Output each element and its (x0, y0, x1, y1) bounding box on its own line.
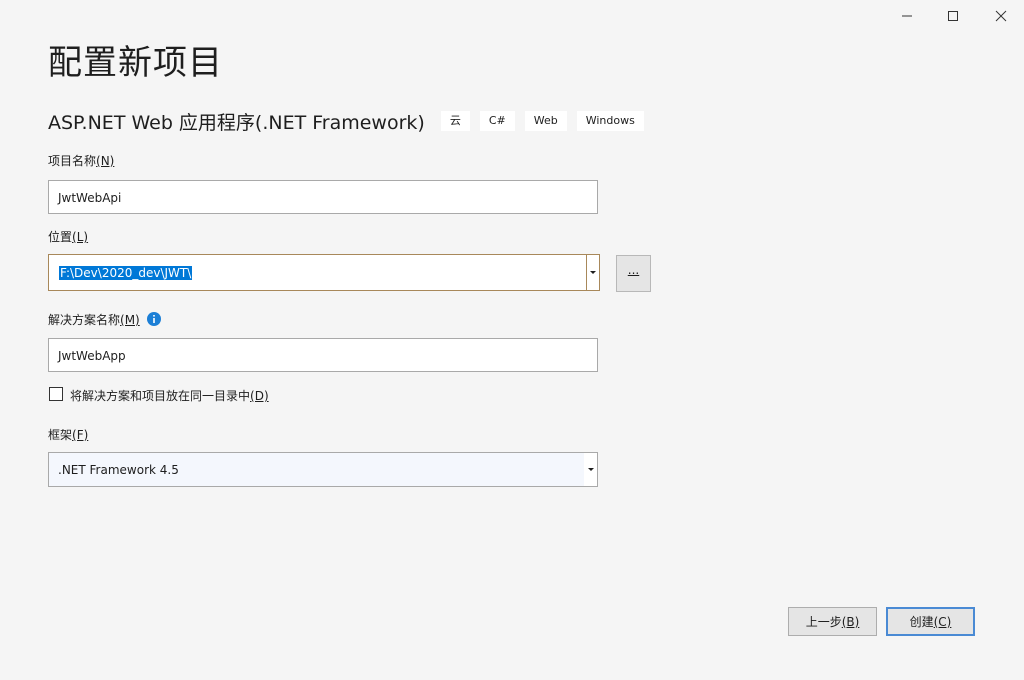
page-title: 配置新项目 (48, 43, 223, 83)
project-name-accel: (N) (96, 154, 115, 168)
project-name-input[interactable]: JwtWebApi (48, 180, 598, 214)
location-combobox[interactable]: F:\Dev\2020_dev\JWT\ (48, 254, 600, 291)
same-directory-checkbox[interactable] (49, 387, 63, 401)
framework-dropdown-button[interactable] (584, 453, 597, 486)
same-directory-label[interactable]: 将解决方案和项目放在同一目录中(D) (70, 388, 269, 404)
minimize-button[interactable] (884, 2, 930, 30)
solution-name-value: JwtWebApp (58, 349, 126, 363)
template-tag: Web (524, 111, 567, 131)
back-button-label: 上一步 (805, 615, 842, 629)
info-icon[interactable] (147, 312, 161, 326)
create-button-label: 创建 (909, 615, 934, 629)
back-button[interactable]: 上一步 (B) (788, 607, 877, 636)
minimize-icon (902, 15, 912, 17)
framework-select[interactable]: .NET Framework 4.5 (48, 452, 598, 487)
browse-label: ... (627, 263, 640, 277)
solution-name-accel: (M) (120, 313, 140, 327)
solution-name-label: 解决方案名称(M) (48, 312, 140, 328)
template-tag: C# (479, 111, 515, 131)
location-label-text: 位置 (48, 230, 73, 244)
framework-label-text: 框架 (48, 428, 73, 442)
chevron-down-icon (587, 468, 594, 471)
project-name-label: 项目名称(N) (48, 153, 114, 169)
close-button[interactable] (978, 2, 1024, 30)
solution-name-label-text: 解决方案名称 (48, 313, 121, 327)
location-label: 位置(L) (48, 229, 88, 245)
project-name-value: JwtWebApi (58, 191, 122, 205)
template-name: ASP.NET Web 应用程序(.NET Framework) (48, 111, 425, 134)
template-tag: Windows (576, 111, 644, 131)
solution-name-input[interactable]: JwtWebApp (48, 338, 598, 372)
same-directory-accel: (D) (250, 389, 269, 403)
template-info: ASP.NET Web 应用程序(.NET Framework) 云 C# We… (48, 107, 654, 135)
chevron-down-icon (590, 271, 596, 274)
create-button[interactable]: 创建 (C) (886, 607, 975, 636)
same-directory-label-text: 将解决方案和项目放在同一目录中 (70, 389, 251, 403)
project-name-label-text: 项目名称 (48, 154, 97, 168)
create-button-accel: (C) (933, 614, 952, 629)
framework-label: 框架(F) (48, 427, 88, 443)
browse-button[interactable]: ... (616, 255, 651, 292)
template-tag: 云 (440, 111, 470, 131)
maximize-button[interactable] (930, 2, 976, 30)
back-button-accel: (B) (841, 614, 860, 629)
location-dropdown-button[interactable] (586, 255, 599, 290)
location-value: F:\Dev\2020_dev\JWT\ (59, 266, 193, 280)
framework-value: .NET Framework 4.5 (58, 463, 179, 477)
framework-accel: (F) (72, 428, 89, 442)
maximize-icon (948, 11, 958, 21)
location-accel: (L) (72, 230, 89, 244)
location-value-wrap: F:\Dev\2020_dev\JWT\ (59, 265, 193, 281)
close-icon (995, 10, 1007, 22)
